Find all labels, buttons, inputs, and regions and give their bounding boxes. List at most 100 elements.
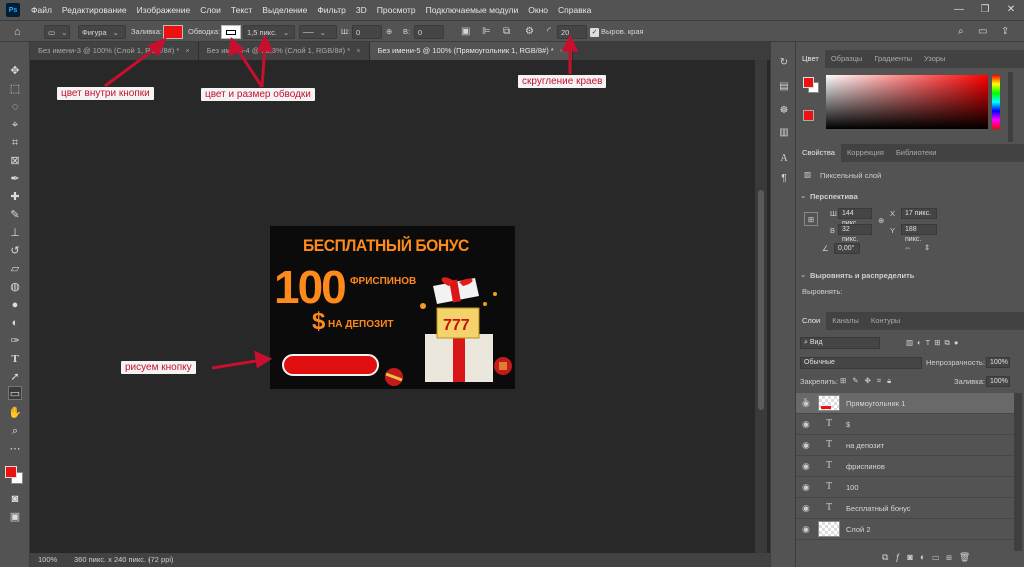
height-field[interactable]: 0 пикс. <box>414 25 444 51</box>
zoom-level[interactable]: 100% <box>38 553 57 567</box>
tab-color[interactable]: Цвет <box>796 50 825 68</box>
eraser-tool-icon[interactable]: ▱ <box>8 262 22 276</box>
tab-document-3[interactable]: Без имени-3 @ 100% (Слой 1, RGB/8#) * × <box>30 42 199 60</box>
chevron-right-icon[interactable]: › <box>148 553 151 567</box>
tab-gradients[interactable]: Градиенты <box>868 50 918 68</box>
path-arrangement-icon[interactable]: ⧉ <box>503 25 510 39</box>
paragraph-icon[interactable]: ¶ <box>777 172 791 186</box>
path-operations-icon[interactable]: ▣ <box>461 25 470 39</box>
layer-row[interactable]: ◉ Прямоугольник 1 <box>796 393 1014 414</box>
color-fg-swatch[interactable] <box>803 77 814 88</box>
props-x-field[interactable]: 17 пикс. <box>901 208 937 219</box>
minimize-button[interactable]: — <box>946 0 972 20</box>
zoom-tool-icon[interactable]: ⌕ <box>8 424 22 438</box>
layer-row[interactable]: ◉ Слой 2 <box>796 519 1014 540</box>
menu-select[interactable]: Выделение <box>257 5 312 15</box>
layer-row[interactable]: ◉ T 100 <box>796 477 1014 498</box>
eye-icon[interactable]: ◉ <box>802 461 812 471</box>
tab-layers[interactable]: Слои <box>796 312 827 330</box>
width-field[interactable]: 0 пикс. <box>352 25 382 51</box>
brush-tool-icon[interactable]: ✎ <box>8 208 22 222</box>
tool-mode-select[interactable]: Фигура <box>78 25 126 39</box>
hand-tool-icon[interactable]: ✋ <box>8 406 22 420</box>
menu-edit[interactable]: Редактирование <box>57 5 132 15</box>
tab-adjustments[interactable]: Коррекция <box>841 144 890 162</box>
menu-3d[interactable]: 3D <box>351 5 372 15</box>
stroke-type-select[interactable]: ── <box>299 25 337 39</box>
menu-view[interactable]: Просмотр <box>372 5 421 15</box>
chevron-down-icon[interactable]: ⌄ <box>800 191 806 200</box>
flip-vertical-icon[interactable]: ⇕ <box>924 243 930 252</box>
hue-slider[interactable] <box>992 75 1000 129</box>
flip-horizontal-icon[interactable]: ⇔ <box>904 243 912 252</box>
eye-icon[interactable]: ◉ <box>802 503 812 513</box>
rectangle-tool-icon[interactable]: ▭ <box>8 386 22 400</box>
menu-filter[interactable]: Фильтр <box>312 5 351 15</box>
tool-preset-picker[interactable]: ▭ <box>44 25 70 39</box>
share-icon[interactable]: ⇪ <box>1001 25 1009 39</box>
eyedropper-tool-icon[interactable]: ✒ <box>8 172 22 186</box>
tab-document-4[interactable]: Без имени-4 @ 33,3% (Слой 1, RGB/8#) * × <box>198 42 370 60</box>
link-icon[interactable]: ⊕ <box>878 216 884 225</box>
color-picker-field[interactable] <box>826 75 988 129</box>
blend-mode-select[interactable]: Обычные <box>800 357 922 369</box>
history-icon[interactable]: ↻ <box>777 56 791 70</box>
align-edges-checkbox[interactable]: ✓ <box>590 28 599 37</box>
panel-resize-handle[interactable] <box>1008 72 1013 142</box>
eye-icon[interactable]: ◉ <box>802 398 812 408</box>
props-angle-field[interactable]: 0,00° <box>834 243 860 254</box>
gear-icon[interactable]: ⚙ <box>525 25 534 39</box>
layer-row[interactable]: ◉ T $ <box>796 414 1014 435</box>
menu-help[interactable]: Справка <box>553 5 596 15</box>
tab-channels[interactable]: Каналы <box>826 312 865 330</box>
dodge-tool-icon[interactable]: ◐ <box>8 316 22 330</box>
layer-filter-icons[interactable]: ▨◐T⊞⧉● <box>906 338 962 348</box>
menu-image[interactable]: Изображение <box>132 5 196 15</box>
link-icon[interactable]: ⊕ <box>386 25 392 39</box>
comments-icon[interactable]: ▤ <box>777 80 791 94</box>
tab-document-5[interactable]: Без имени-5 @ 100% (Прямоугольник 1, RGB… <box>369 42 574 60</box>
close-icon[interactable]: × <box>560 46 564 55</box>
foreground-color-swatch[interactable] <box>5 466 17 478</box>
eye-icon[interactable]: ◉ <box>802 482 812 492</box>
corner-radius-field[interactable]: 20 пикс. <box>557 25 587 51</box>
path-alignment-icon[interactable]: ⊫ <box>482 25 491 39</box>
move-tool-icon[interactable]: ✥ <box>8 64 22 78</box>
tab-swatches[interactable]: Образцы <box>825 50 869 68</box>
tab-paths[interactable]: Контуры <box>865 312 906 330</box>
layer-row[interactable]: ◉ T Бесплатный бонус <box>796 498 1014 519</box>
props-width-field[interactable]: 144 пикс. <box>838 208 872 227</box>
fill-field[interactable]: 100% <box>986 376 1010 387</box>
tab-properties[interactable]: Свойства <box>796 144 841 162</box>
adjust-icon[interactable]: ☸ <box>777 104 791 118</box>
healing-brush-tool-icon[interactable]: ✚ <box>8 190 22 204</box>
type-tool-icon[interactable]: T <box>8 352 22 366</box>
layer-row[interactable]: ◉ T на депозит <box>796 435 1014 456</box>
quick-select-tool-icon[interactable]: ⌖ <box>8 118 22 132</box>
layer-row[interactable]: ◉ T фриспинов <box>796 456 1014 477</box>
search-icon[interactable]: ⌕ <box>958 25 964 39</box>
crop-tool-icon[interactable]: ⌗ <box>8 136 22 150</box>
scrollbar-thumb[interactable] <box>758 190 764 410</box>
screen-mode-icon[interactable]: ▣ <box>8 510 22 524</box>
layer-filter-select[interactable]: ⌕ Вид <box>800 337 880 349</box>
character-icon[interactable]: A <box>777 152 791 166</box>
menu-plugins[interactable]: Подключаемые модули <box>421 5 524 15</box>
home-icon[interactable]: ⌂ <box>14 25 21 39</box>
menu-type[interactable]: Текст <box>226 5 257 15</box>
menu-window[interactable]: Окно <box>523 5 553 15</box>
paint-bucket-tool-icon[interactable]: ◍ <box>8 280 22 294</box>
marquee-tool-icon[interactable]: ⬚ <box>8 82 22 96</box>
lasso-tool-icon[interactable]: ◌ <box>8 100 22 114</box>
layer-actions[interactable]: ⧉ƒ◙◐▭⊞🗑︎ <box>882 552 977 563</box>
more-tools-icon[interactable]: ⋯ <box>8 442 22 456</box>
fill-color-swatch[interactable] <box>163 25 183 39</box>
drawn-button-shape[interactable] <box>282 354 379 376</box>
pen-tool-icon[interactable]: ✑ <box>8 334 22 348</box>
blur-tool-icon[interactable]: ● <box>8 298 22 312</box>
close-icon[interactable]: × <box>356 46 360 55</box>
tab-patterns[interactable]: Узоры <box>918 50 951 68</box>
props-height-field[interactable]: 32 пикс. <box>838 224 872 243</box>
menu-layers[interactable]: Слои <box>195 5 226 15</box>
lock-icons[interactable]: ⊞✎✥⌗🔒︎ <box>840 376 897 386</box>
